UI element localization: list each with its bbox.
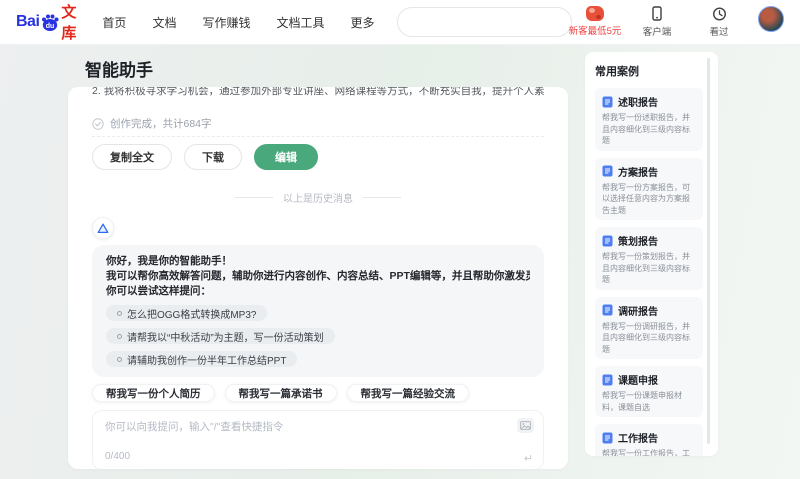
case-desc: 帮我写一份工作报告，工作类型随机 bbox=[602, 449, 690, 456]
case-title: 课题申报 bbox=[618, 376, 658, 387]
case-desc: 帮我写一份述职报告，并且内容细化到三级内容标题 bbox=[602, 113, 690, 145]
suggestion-label: 怎么把OGG格式转换成MP3? bbox=[127, 309, 257, 321]
suggestion-chip[interactable]: 请帮我以“中秋活动”为主题，写一份活动策划 bbox=[106, 328, 335, 344]
logo-text-bai: Bai bbox=[16, 13, 40, 30]
nav-home[interactable]: 首页 bbox=[102, 14, 126, 31]
history-divider-label: 以上是历史消息 bbox=[283, 194, 353, 205]
doc-actions: 复制全文 下载 编辑 bbox=[92, 144, 544, 170]
quick-ask-resume[interactable]: 帮我写一份个人简历 bbox=[92, 384, 215, 402]
case-desc: 帮我写一份方案报告，可以选择任意内容为方案报告主题 bbox=[602, 182, 690, 215]
download-button[interactable]: 下载 bbox=[184, 144, 242, 170]
search-input[interactable] bbox=[397, 8, 572, 36]
document-icon bbox=[602, 96, 613, 107]
promo-gift-icon bbox=[586, 6, 604, 21]
chat-input[interactable] bbox=[105, 419, 485, 449]
document-icon bbox=[602, 374, 613, 385]
case-item-cehua-report[interactable]: 策划报告 帮我写一份策划报告，并且内容细化到三级内容标题 bbox=[595, 227, 703, 290]
status-text: 创作完成，共计684字 bbox=[110, 118, 212, 130]
case-title: 方案报告 bbox=[618, 167, 658, 179]
case-desc: 帮我写一份课题申报材料，课题自选 bbox=[602, 391, 682, 412]
bullet-ring-icon bbox=[117, 356, 122, 362]
sidebar-scrollbar[interactable] bbox=[707, 58, 710, 444]
client-label: 客户端 bbox=[642, 27, 672, 38]
baidu-paw-icon: du bbox=[40, 13, 60, 32]
image-icon bbox=[520, 421, 531, 430]
welcome-message-bubble: 你好，我是你的智能助手！ 我可以帮你高效解答问题，辅助你进行内容创作、内容总结、… bbox=[92, 245, 544, 377]
baidu-wenku-logo[interactable]: Bai du 文库 bbox=[16, 1, 76, 43]
suggestion-chip[interactable]: 请辅助我创作一份半年工作总结PPT bbox=[106, 351, 298, 367]
bullet-ring-icon bbox=[117, 310, 122, 316]
generated-doc-tail-text: 2. 我将积极寻求学习机会，通过参加外部专业讲座、网络课程等方式，不断充实自我，… bbox=[92, 87, 544, 97]
history-divider: 以上是历史消息 bbox=[92, 190, 544, 205]
case-desc: 帮我写一份调研报告，并且内容细化到三级内容标题 bbox=[602, 321, 690, 354]
suggestion-chip[interactable]: 怎么把OGG格式转换成MP3? bbox=[106, 305, 268, 321]
suggestion-list: 怎么把OGG格式转换成MP3? 请帮我以“中秋活动”为主题，写一份活动策划 请辅… bbox=[106, 305, 530, 367]
nav-doc-tools[interactable]: 文档工具 bbox=[276, 14, 324, 31]
case-item-diaoyan-report[interactable]: 调研报告 帮我写一份调研报告，并且内容细化到三级内容标题 bbox=[595, 296, 703, 359]
nav-write-earn[interactable]: 写作赚钱 bbox=[202, 14, 250, 31]
case-title: 工作报告 bbox=[618, 434, 658, 445]
case-item-keti-shenbao[interactable]: 课题申报 帮我写一份课题申报材料，课题自选 bbox=[595, 366, 703, 417]
welcome-line-2: 我可以帮你高效解答问题，辅助你进行内容创作、内容总结、PPT编辑等，并且帮助你激… bbox=[106, 270, 530, 282]
divider-line bbox=[235, 197, 273, 198]
bullet-ring-icon bbox=[117, 333, 122, 339]
client-app-entry[interactable]: 客户端 bbox=[634, 6, 680, 38]
logo-text-wenku: 文库 bbox=[61, 4, 77, 42]
check-circle-icon bbox=[92, 117, 104, 130]
dashed-divider bbox=[92, 136, 544, 137]
welcome-line-3: 你可以尝试这样提问： bbox=[106, 285, 211, 297]
case-item-gongzuo-report[interactable]: 工作报告 帮我写一份工作报告，工作类型随机 bbox=[595, 424, 703, 456]
assistant-avatar bbox=[92, 217, 114, 239]
quick-ask-commitment[interactable]: 帮我写一篇承诺书 bbox=[224, 384, 337, 402]
viewed-history-entry[interactable]: 看过 bbox=[696, 6, 742, 38]
divider-line bbox=[363, 197, 401, 198]
viewed-label: 看过 bbox=[709, 27, 729, 38]
upload-image-button[interactable] bbox=[517, 418, 534, 433]
assistant-panel: 智能助手 2. 我将积极寻求学习机会，通过参加外部专业讲座、网络课程等方式，不断… bbox=[68, 45, 568, 469]
page-title: 智能助手 bbox=[85, 61, 153, 80]
phone-icon bbox=[650, 6, 664, 22]
char-counter: 0/400 bbox=[105, 451, 131, 462]
case-item-shuzhi-report[interactable]: 述职报告 帮我写一份述职报告，并且内容细化到三级内容标题 bbox=[595, 88, 703, 151]
case-desc: 帮我写一份策划报告，并且内容细化到三级内容标题 bbox=[602, 252, 690, 284]
case-title: 调研报告 bbox=[618, 306, 658, 318]
common-cases-panel: 常用案例 述职报告 帮我写一份述职报告，并且内容细化到三级内容标题 方案报告 帮… bbox=[585, 52, 718, 456]
welcome-line-1: 你好，我是你的智能助手！ bbox=[106, 255, 232, 267]
search-bar: 搜索文档 bbox=[396, 7, 572, 37]
case-item-fangan-report[interactable]: 方案报告 帮我写一份方案报告，可以选择任意内容为方案报告主题 bbox=[595, 157, 703, 220]
document-icon bbox=[602, 235, 613, 246]
chat-card: 2. 我将积极寻求学习机会，通过参加外部专业讲座、网络课程等方式，不断充实自我，… bbox=[68, 87, 568, 469]
quick-ask-experience[interactable]: 帮我写一篇经验交流 bbox=[346, 384, 469, 402]
enter-key-icon: ↵ bbox=[523, 453, 533, 465]
suggestion-label: 请辅助我创作一份半年工作总结PPT bbox=[127, 355, 287, 367]
nav-docs[interactable]: 文档 bbox=[152, 14, 176, 31]
document-icon bbox=[602, 304, 613, 316]
main-nav: 首页 文档 写作赚钱 文档工具 更多 bbox=[102, 14, 374, 31]
case-title: 策划报告 bbox=[618, 237, 658, 248]
generation-status: 创作完成，共计684字 bbox=[92, 116, 544, 131]
svg-text:du: du bbox=[46, 23, 55, 30]
document-icon bbox=[602, 165, 613, 177]
copy-all-button[interactable]: 复制全文 bbox=[92, 144, 172, 170]
edit-button[interactable]: 编辑 bbox=[254, 144, 318, 170]
user-avatar[interactable] bbox=[758, 6, 784, 32]
nav-more[interactable]: 更多 bbox=[350, 14, 374, 31]
promo-label: 新客最低5元 bbox=[568, 26, 622, 37]
case-title: 述职报告 bbox=[618, 98, 658, 109]
quick-ask-row: 帮我写一份个人简历 帮我写一篇承诺书 帮我写一篇经验交流 bbox=[92, 384, 544, 402]
chat-input-box: 0/400 ↵ bbox=[92, 410, 544, 469]
top-navbar: Bai du 文库 首页 文档 写作赚钱 文档工具 更多 搜索文档 新客最低5元 bbox=[0, 0, 800, 45]
common-cases-title: 常用案例 bbox=[595, 66, 639, 78]
suggestion-label: 请帮我以“中秋活动”为主题，写一份活动策划 bbox=[127, 332, 324, 344]
assistant-logo-icon bbox=[97, 223, 109, 233]
document-icon bbox=[602, 432, 613, 443]
new-user-promo[interactable]: 新客最低5元 bbox=[569, 6, 621, 37]
clock-icon bbox=[712, 6, 727, 22]
